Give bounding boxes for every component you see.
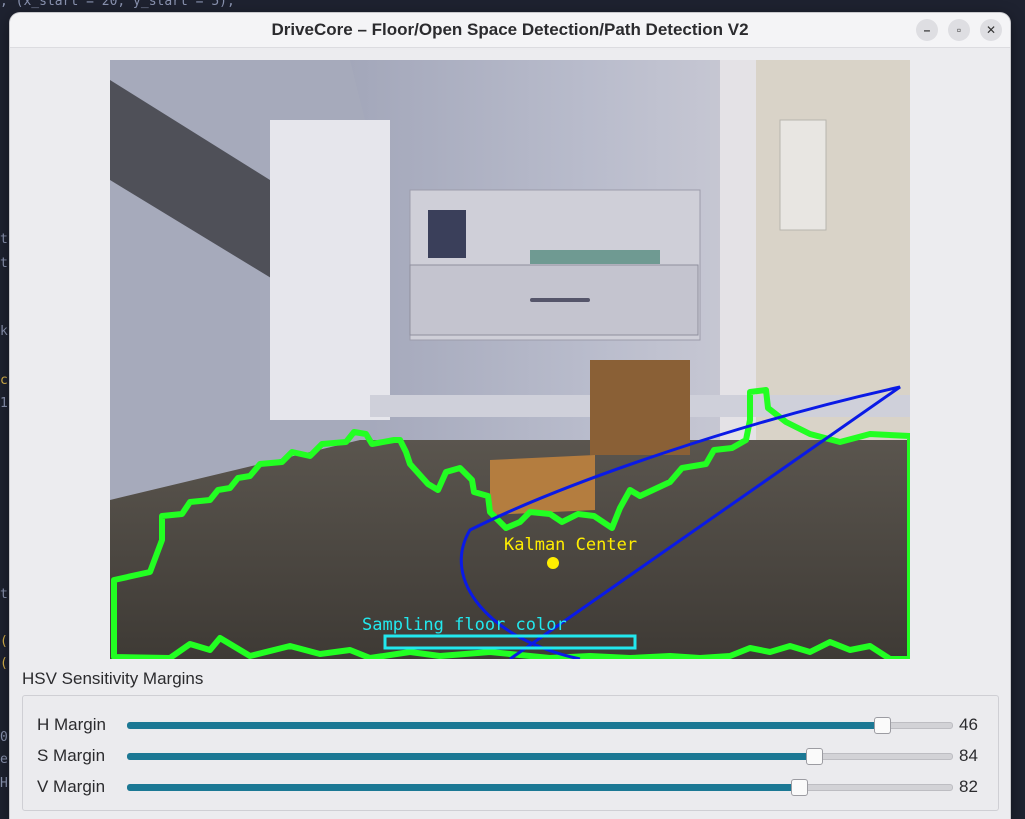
small-box [490,455,595,515]
s-margin-row: S Margin 84 [23,742,998,770]
window-title: DriveCore – Floor/Open Space Detection/P… [271,20,749,39]
code-line: t [0,587,8,602]
code-line: k [0,324,8,339]
v-margin-slider[interactable] [127,779,953,796]
nightstand-left [270,120,390,420]
code-line: c [0,373,8,388]
hsv-slider-group: H Margin 46 S Margin 84 V Margin 82 [22,695,999,811]
code-line: ( [0,634,8,649]
kalman-center-dot [547,557,559,569]
v-margin-label: V Margin [37,777,106,796]
camera-frame: Kalman Center Sampling floor color [110,60,910,659]
code-line: ( [0,656,8,671]
title-bar[interactable]: DriveCore – Floor/Open Space Detection/P… [10,13,1010,48]
minimize-icon: – [923,23,931,37]
maximize-icon: ▫ [956,23,962,37]
drawer-handle [530,298,590,302]
app-window: DriveCore – Floor/Open Space Detection/P… [10,13,1010,819]
h-margin-label: H Margin [37,715,106,734]
code-line: , (x_start = 20, y_start = 5), [0,0,235,9]
close-button[interactable]: ✕ [980,19,1002,41]
s-margin-handle[interactable] [806,748,823,765]
s-margin-slider[interactable] [127,748,953,765]
h-margin-value: 46 [959,715,978,734]
s-margin-fill [127,753,813,760]
v-margin-fill [127,784,798,791]
jar [428,210,466,258]
h-margin-row: H Margin 46 [23,711,998,739]
s-margin-value: 84 [959,746,978,765]
h-margin-slider[interactable] [127,717,953,734]
v-margin-value: 82 [959,777,978,796]
kalman-center-label: Kalman Center [504,535,637,555]
sampling-label: Sampling floor color [362,615,567,635]
hsv-section-title: HSV Sensitivity Margins [22,669,204,688]
code-line: 1 [0,396,8,411]
maximize-button[interactable]: ▫ [948,19,970,41]
v-margin-row: V Margin 82 [23,773,998,801]
tall-box [590,360,690,455]
s-margin-label: S Margin [37,746,106,765]
h-margin-fill [127,722,881,729]
close-icon: ✕ [985,23,997,37]
snack-bag [530,250,660,264]
minimize-button[interactable]: – [916,19,938,41]
code-line: 0 [0,730,8,745]
camera-feed: Kalman Center Sampling floor color [110,60,910,659]
v-margin-handle[interactable] [791,779,808,796]
electrical-panel [779,119,827,231]
h-margin-handle[interactable] [874,717,891,734]
